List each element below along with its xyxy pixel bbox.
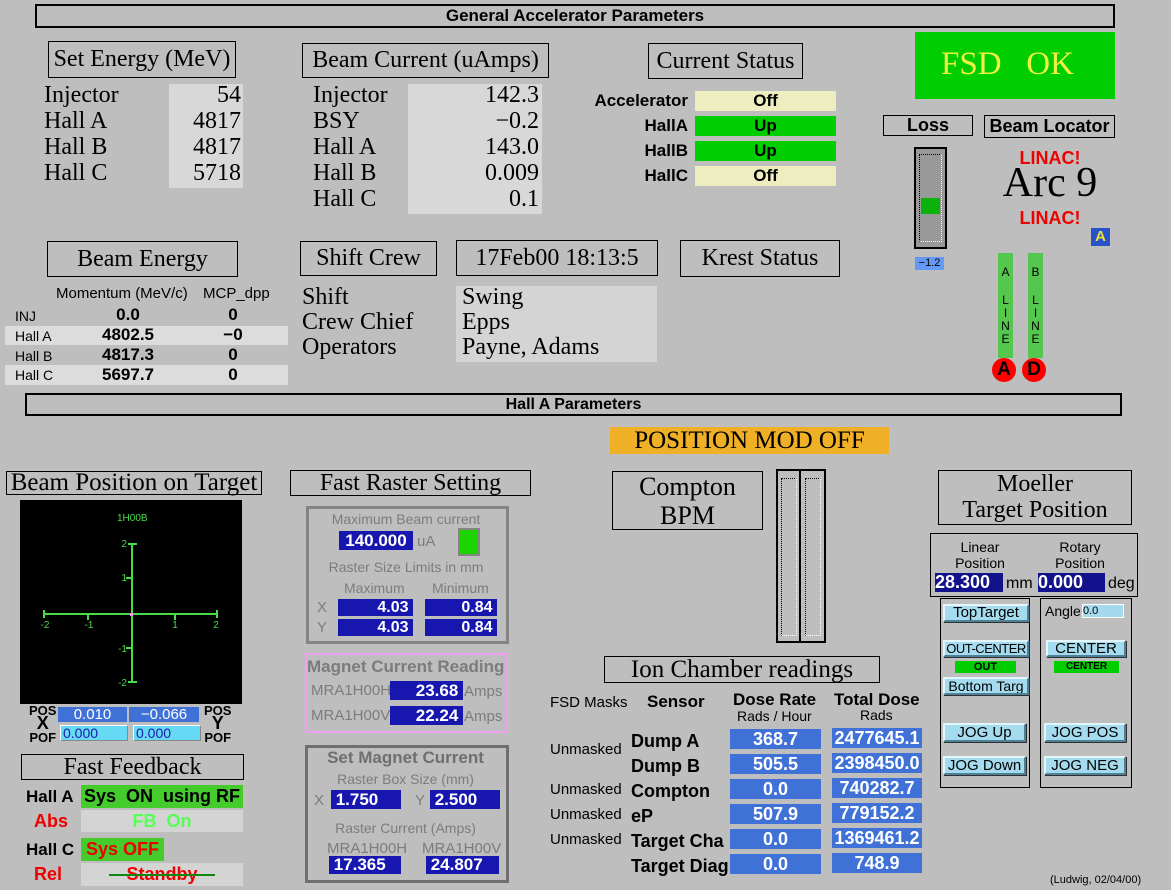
svg-text:-1: -1 — [118, 644, 127, 655]
svg-text:-2: -2 — [41, 620, 50, 631]
svg-text:-2: -2 — [118, 678, 127, 689]
svg-text:2: 2 — [121, 539, 127, 550]
svg-text:2: 2 — [213, 620, 219, 631]
svg-text:1: 1 — [121, 573, 127, 584]
svg-text:-1: -1 — [85, 620, 94, 631]
svg-text:1H00B: 1H00B — [117, 513, 148, 524]
svg-text:1: 1 — [172, 620, 178, 631]
